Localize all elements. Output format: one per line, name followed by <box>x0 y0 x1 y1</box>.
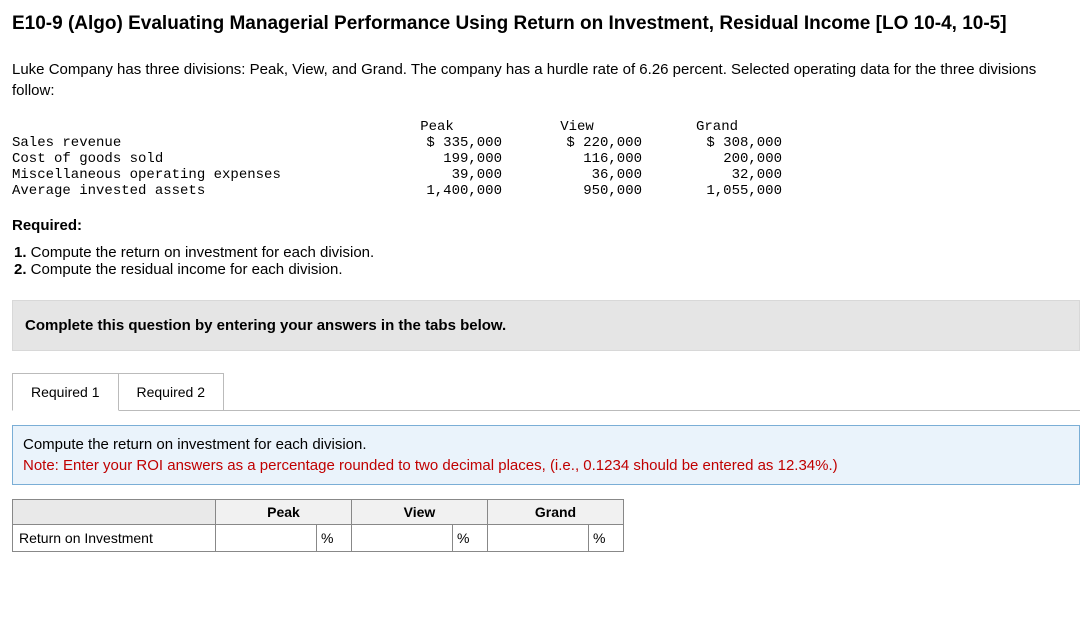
answer-header-blank <box>13 499 216 524</box>
answer-header-peak: Peak <box>216 499 352 524</box>
roi-input-view[interactable] <box>352 525 452 551</box>
roi-input-peak[interactable] <box>216 525 316 551</box>
required-list: 1. Compute the return on investment for … <box>12 244 1080 278</box>
exercise-title: E10-9 (Algo) Evaluating Managerial Perfo… <box>12 12 1080 37</box>
answer-header-grand: Grand <box>488 499 624 524</box>
table-row: Miscellaneous operating expenses 39,000 … <box>12 167 792 183</box>
unit-label: % <box>317 524 352 551</box>
col-header-view: View <box>512 119 652 135</box>
tab-required-1[interactable]: Required 1 <box>12 373 119 411</box>
table-row: Average invested assets 1,400,000 950,00… <box>12 183 792 199</box>
prompt-box: Compute the return on investment for eac… <box>12 425 1080 485</box>
tabs: Required 1 Required 2 <box>12 373 1080 411</box>
table-row: Sales revenue $ 335,000 $ 220,000 $ 308,… <box>12 135 792 151</box>
col-header-grand: Grand <box>652 119 792 135</box>
answer-table: Peak View Grand Return on Investment % %… <box>12 499 624 552</box>
unit-label: % <box>589 524 624 551</box>
operating-data-table: Peak View Grand Sales revenue $ 335,000 … <box>12 119 792 199</box>
tab-required-2[interactable]: Required 2 <box>118 373 225 410</box>
instruction-bar: Complete this question by entering your … <box>12 300 1080 351</box>
roi-input-grand[interactable] <box>488 525 588 551</box>
answer-header-view: View <box>352 499 488 524</box>
prompt-line: Compute the return on investment for eac… <box>23 434 1069 455</box>
prompt-note: Note: Enter your ROI answers as a percen… <box>23 455 1069 476</box>
col-header-peak: Peak <box>372 119 512 135</box>
unit-label: % <box>453 524 488 551</box>
intro-text: Luke Company has three divisions: Peak, … <box>12 59 1080 101</box>
required-heading: Required: <box>12 217 1080 234</box>
table-row: Cost of goods sold 199,000 116,000 200,0… <box>12 151 792 167</box>
answer-row-label: Return on Investment <box>13 524 216 551</box>
